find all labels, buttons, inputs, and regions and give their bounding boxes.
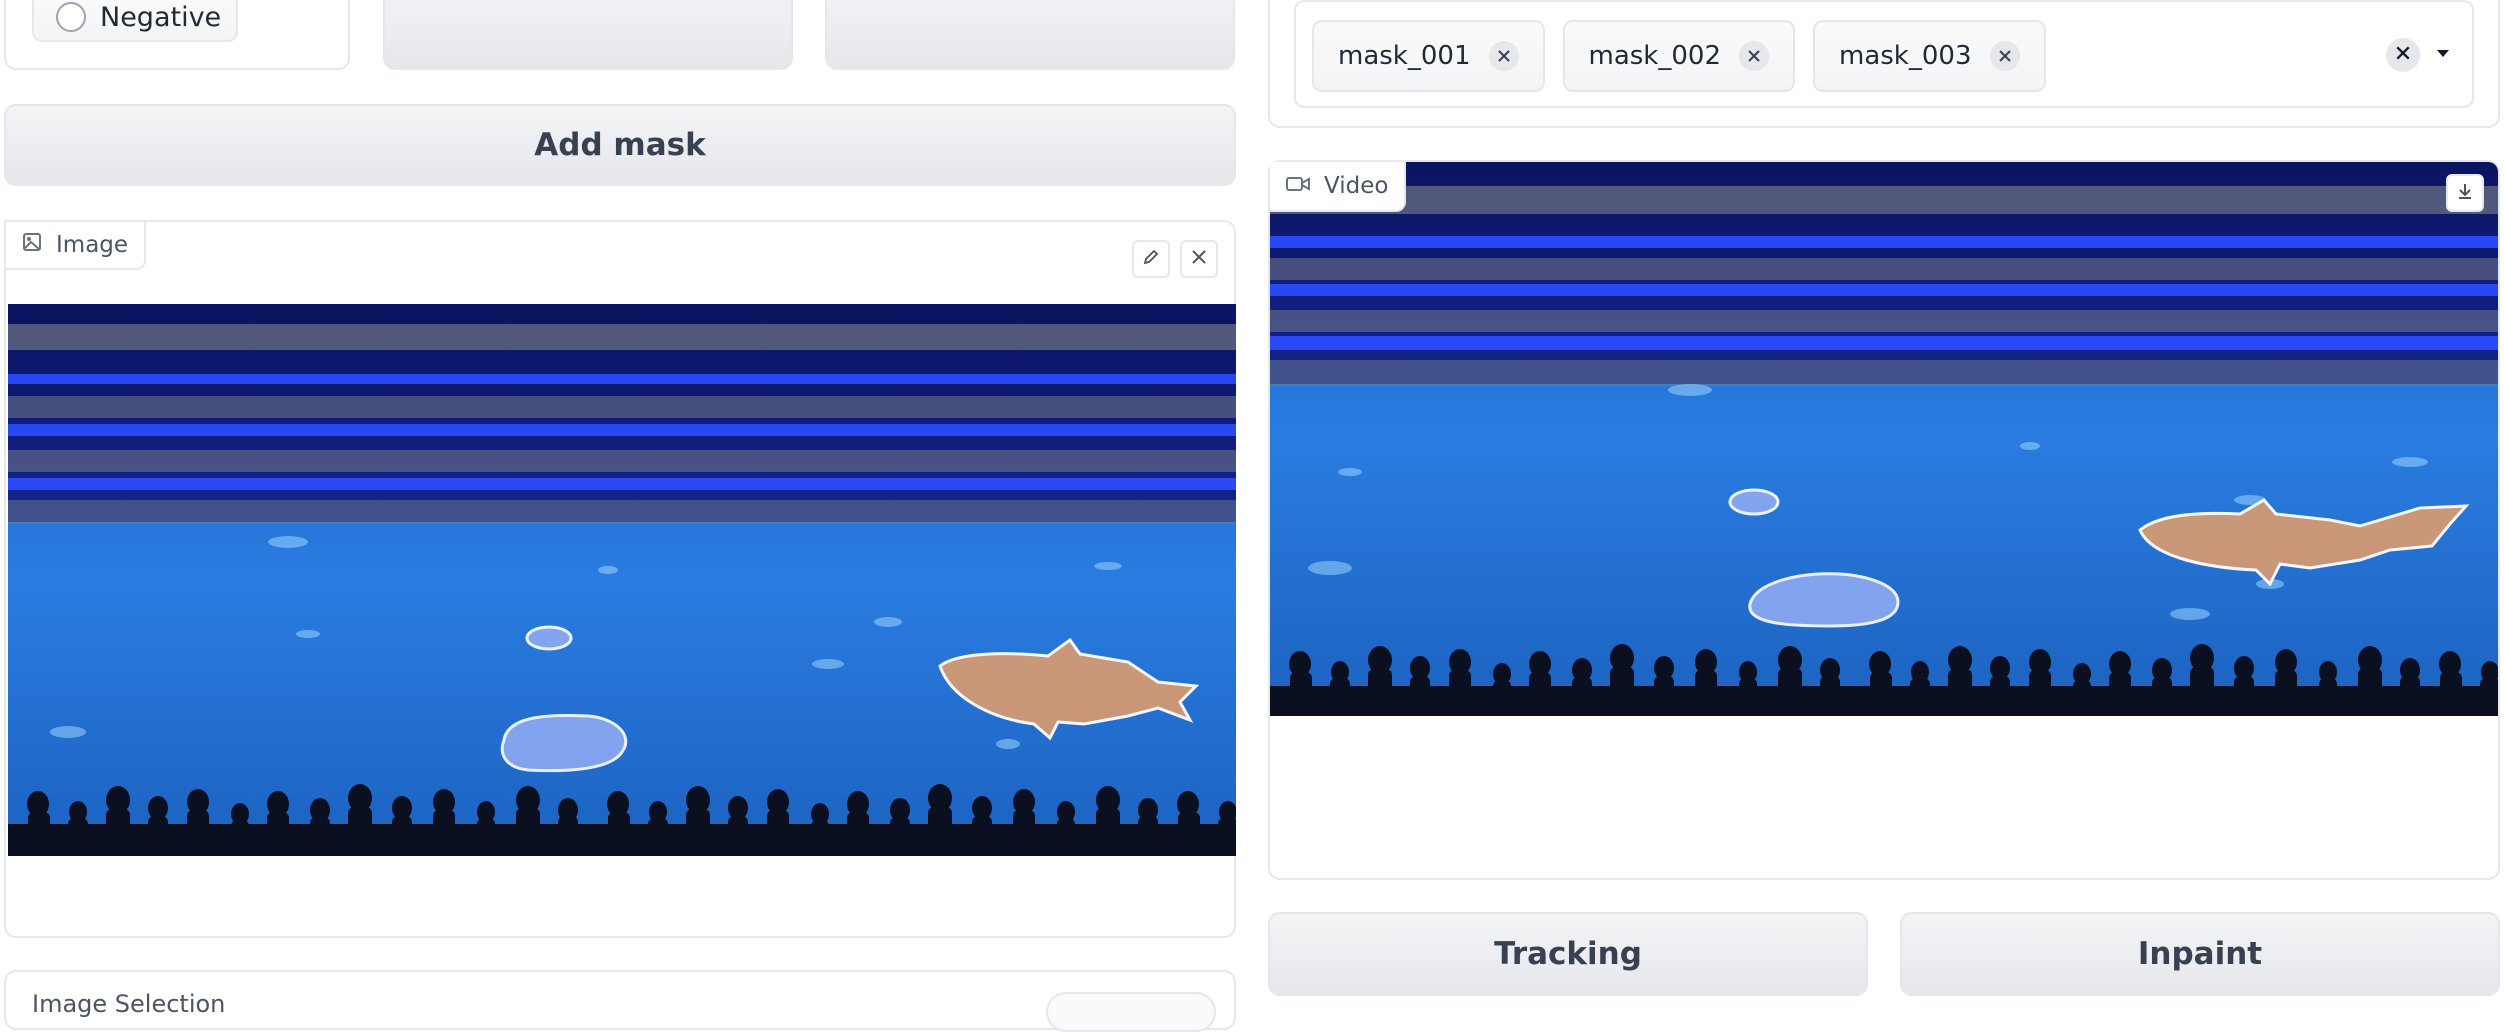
close-icon [2395, 45, 2411, 65]
image-selection-title: Image Selection [32, 990, 226, 1018]
clear-image-button[interactable] [1180, 240, 1218, 278]
negative-radio-option[interactable]: Negative [32, 0, 238, 42]
tracking-button[interactable]: Tracking [1268, 912, 1868, 996]
mask-chip-label: mask_001 [1338, 41, 1471, 71]
image-label-text: Image [56, 232, 129, 258]
prompt-type-panel: Negative [4, 0, 350, 70]
negative-radio-circle[interactable] [56, 2, 86, 32]
add-mask-label: Add mask [534, 127, 706, 163]
tracking-label: Tracking [1494, 936, 1642, 972]
mask-chip[interactable]: mask_003 [1813, 20, 2046, 92]
negative-radio-label: Negative [100, 1, 222, 33]
download-icon [2455, 181, 2475, 205]
add-mask-button[interactable]: Add mask [4, 104, 1236, 186]
mask-multiselect[interactable]: mask_001 mask_002 mask_003 [1294, 0, 2474, 108]
image-label-tag: Image [4, 220, 147, 270]
blank-button-1[interactable] [383, 0, 793, 70]
caret-down-icon [2434, 47, 2452, 66]
close-icon [1189, 247, 1209, 271]
aquarium-frame-image[interactable] [8, 304, 1236, 856]
mask-dropdown-panel: mask_001 mask_002 mask_003 [1268, 0, 2500, 128]
video-player[interactable] [1270, 162, 2498, 716]
remove-chip-icon[interactable] [1989, 41, 2020, 71]
edit-image-button[interactable] [1132, 240, 1170, 278]
blank-button-2[interactable] [825, 0, 1235, 70]
mask-chip[interactable]: mask_001 [1312, 20, 1545, 92]
video-camera-icon [1286, 173, 1310, 199]
clear-all-button[interactable] [2386, 38, 2420, 72]
dropdown-toggle[interactable] [2434, 44, 2452, 66]
video-label-tag: Video [1270, 162, 1407, 212]
video-component: Video [1268, 160, 2500, 880]
download-video-button[interactable] [2446, 174, 2484, 212]
mask-chip-label: mask_003 [1839, 41, 1972, 71]
remove-chip-icon[interactable] [1488, 41, 1519, 71]
inpaint-button[interactable]: Inpaint [1900, 912, 2500, 996]
image-selection-panel: Image Selection [4, 970, 1236, 1032]
mask-chip[interactable]: mask_002 [1562, 20, 1795, 92]
image-icon [22, 232, 42, 258]
image-selection-control[interactable] [1046, 992, 1216, 1032]
mask-chip-label: mask_002 [1588, 41, 1722, 71]
mask-chip-list: mask_001 mask_002 mask_003 [1312, 20, 2046, 92]
video-label-text: Video [1324, 173, 1389, 199]
image-component: Image [4, 220, 1236, 938]
inpaint-label: Inpaint [2137, 936, 2263, 972]
pencil-icon [1141, 247, 1161, 271]
remove-chip-icon[interactable] [1739, 41, 1769, 71]
